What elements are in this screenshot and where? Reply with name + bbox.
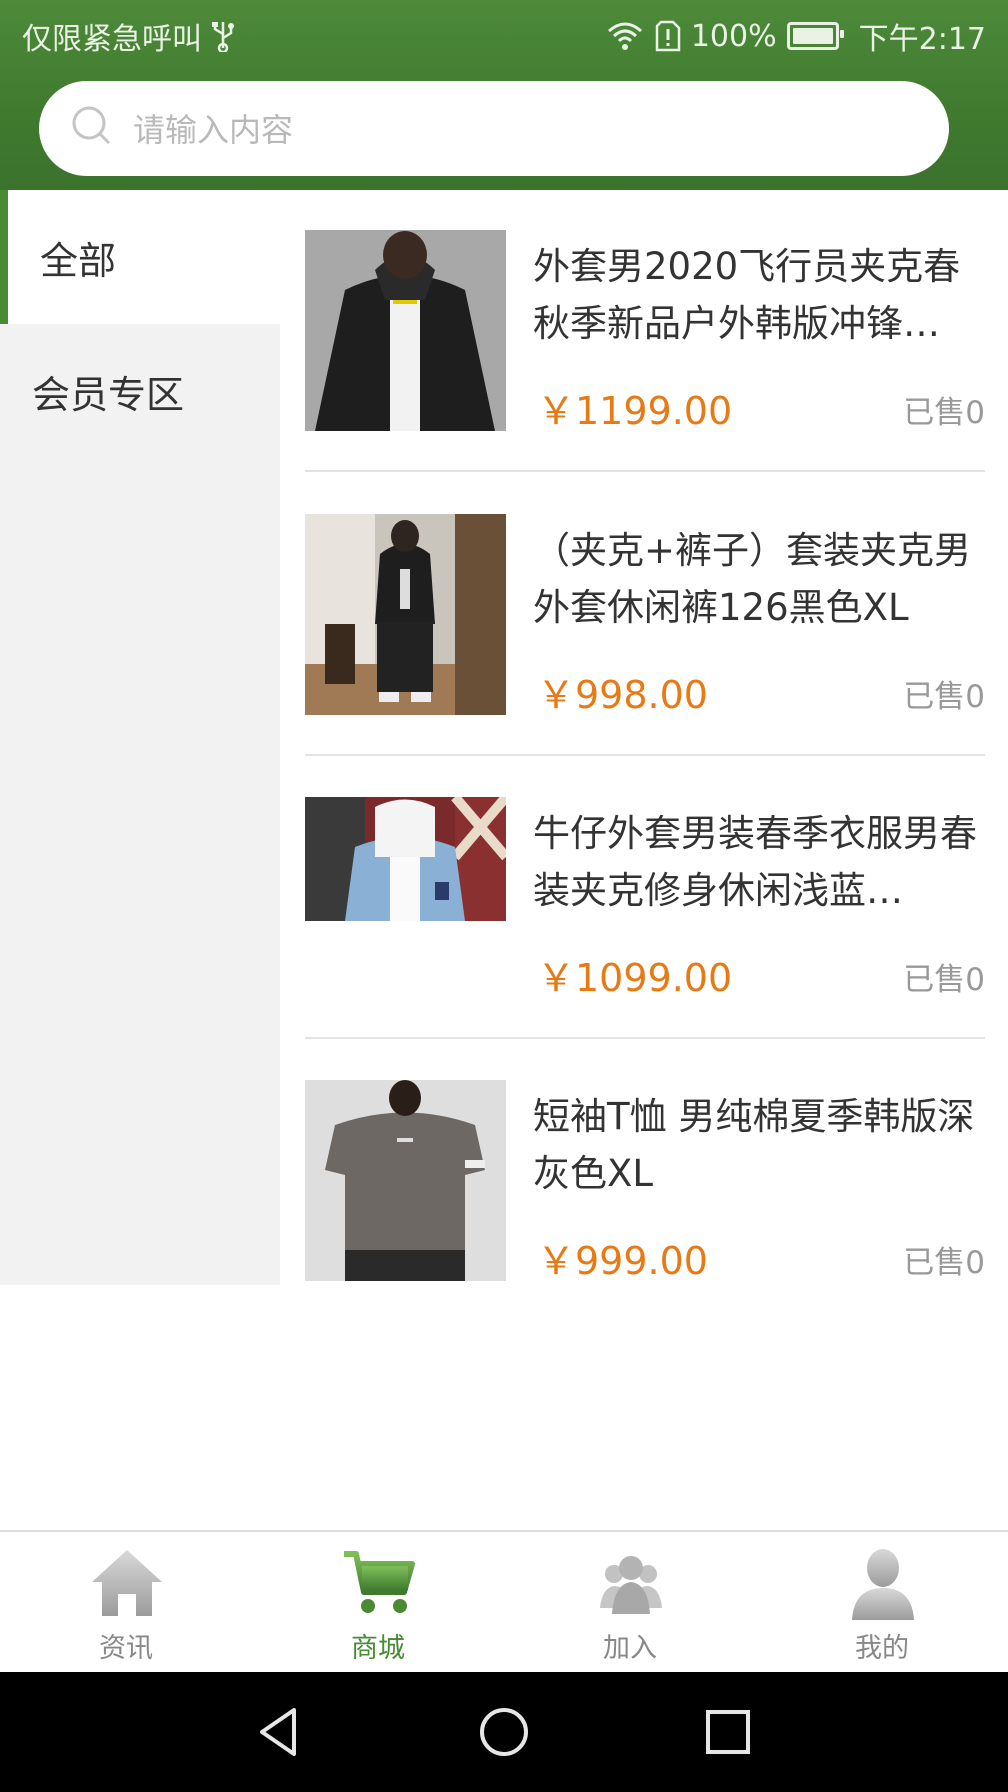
system-nav-bar <box>0 1672 1008 1792</box>
product-title: （夹克+裤子）套装夹克男外套休闲裤126黑色XL <box>533 529 972 629</box>
search-bar[interactable] <box>39 81 949 178</box>
sidebar-item-all[interactable]: 全部 <box>0 190 280 324</box>
product-price: ￥1099.00 <box>537 956 733 1000</box>
product-title: 外套男2020飞行员夹克春秋季新品户外韩版冲锋… <box>533 245 961 345</box>
product-price: ￥1199.00 <box>537 389 733 433</box>
product-image[interactable] <box>305 514 506 715</box>
group-icon <box>600 1556 662 1614</box>
category-sidebar: 全部 会员专区 <box>0 190 280 1285</box>
battery-icon <box>786 22 844 50</box>
nav-label: 资讯 <box>99 1633 153 1664</box>
search-input[interactable] <box>131 81 915 178</box>
product-item[interactable]: 短袖T恤 男纯棉夏季韩版深灰色XL ￥999.00 已售0 <box>305 1080 985 1364</box>
back-icon[interactable] <box>250 1702 310 1762</box>
product-title: 短袖T恤 男纯棉夏季韩版深灰色XL <box>533 1095 975 1195</box>
divider <box>305 754 985 756</box>
carrier-text: 仅限紧急呼叫 <box>22 22 202 57</box>
bottom-nav: 资讯 商城 加入 我的 <box>0 1530 1008 1674</box>
sidebar-item-member-zone[interactable]: 会员专区 <box>0 324 280 458</box>
nav-label: 加入 <box>603 1633 657 1664</box>
product-sold-count: 已售0 <box>903 679 985 715</box>
product-price: ￥999.00 <box>537 1239 708 1283</box>
product-item[interactable]: 牛仔外套男装春季衣服男春装夹克修身休闲浅蓝… ￥1099.00 已售0 <box>305 797 985 1081</box>
product-title: 牛仔外套男装春季衣服男春装夹克修身休闲浅蓝… <box>533 812 977 912</box>
product-sold-count: 已售0 <box>903 395 985 431</box>
sidebar-item-label: 全部 <box>40 238 117 283</box>
sim-alert-icon <box>655 20 681 52</box>
home-circle-icon[interactable] <box>474 1702 534 1762</box>
product-sold-count: 已售0 <box>903 1245 985 1281</box>
nav-tab-join[interactable]: 加入 <box>504 1532 756 1674</box>
usb-icon <box>212 22 234 52</box>
product-price: ￥998.00 <box>537 673 708 717</box>
nav-tab-news[interactable]: 资讯 <box>0 1532 252 1674</box>
search-icon <box>72 106 111 145</box>
battery-percent: 100% <box>690 18 777 54</box>
sidebar-item-label: 会员专区 <box>32 372 185 417</box>
header: 仅限紧急呼叫 100% 下午2:17 <box>0 0 1008 190</box>
product-image[interactable] <box>305 230 506 431</box>
product-sold-count: 已售0 <box>903 962 985 998</box>
product-item[interactable]: 外套男2020飞行员夹克春秋季新品户外韩版冲锋… ￥1199.00 已售0 <box>305 230 985 514</box>
clock: 下午2:17 <box>858 22 986 57</box>
nav-label: 我的 <box>855 1633 909 1664</box>
nav-label: 商城 <box>351 1633 405 1664</box>
nav-tab-mall[interactable]: 商城 <box>252 1532 504 1674</box>
divider <box>305 1037 985 1039</box>
home-icon <box>92 1550 162 1616</box>
product-image[interactable] <box>305 1080 506 1281</box>
nav-tab-mine[interactable]: 我的 <box>756 1532 1008 1674</box>
product-image[interactable] <box>305 797 506 921</box>
wifi-icon <box>607 22 642 50</box>
recents-icon[interactable] <box>698 1702 758 1762</box>
status-bar: 仅限紧急呼叫 100% 下午2:17 <box>0 0 1008 70</box>
product-item[interactable]: （夹克+裤子）套装夹克男外套休闲裤126黑色XL ￥998.00 已售0 <box>305 514 985 798</box>
user-icon <box>852 1549 914 1620</box>
divider <box>305 470 985 472</box>
cart-icon <box>344 1551 415 1613</box>
